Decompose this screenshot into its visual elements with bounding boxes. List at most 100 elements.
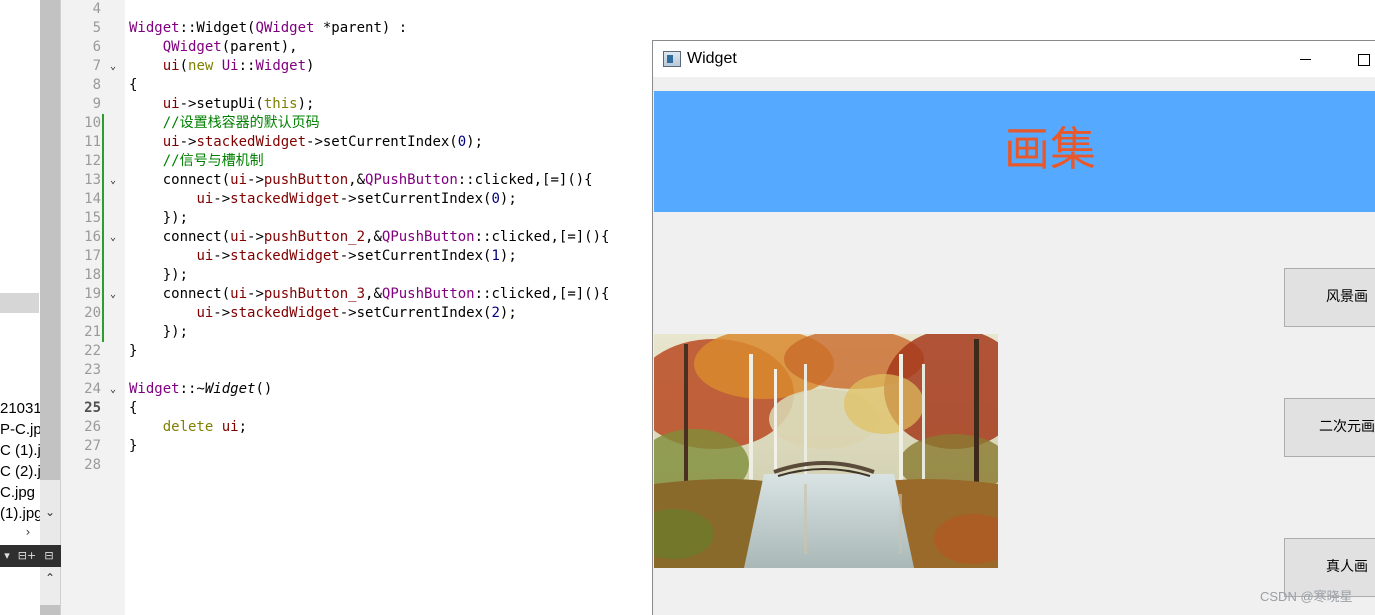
code-token: 2 — [491, 305, 500, 321]
window-title: Widget — [687, 50, 737, 67]
code-text: { — [129, 76, 137, 95]
code-token: ::~ — [179, 381, 205, 397]
code-line[interactable]: 5 Widget::Widget(QWidget *parent) : — [61, 19, 1375, 38]
change-marker — [102, 266, 104, 285]
code-token: { — [129, 77, 138, 93]
fold-toggle-icon[interactable]: ⌄ — [107, 171, 119, 190]
code-token: QPushButton — [365, 172, 458, 188]
change-marker — [102, 114, 104, 133]
code-text: ui->stackedWidget->setCurrentIndex(1); — [129, 247, 516, 266]
split-button[interactable]: ⊟+ — [17, 548, 37, 564]
change-marker — [102, 209, 104, 228]
code-token: //设置栈容器的默认页码 — [162, 115, 320, 131]
line-number: 10 — [84, 115, 101, 131]
file-item[interactable]: C (2).jpg — [0, 461, 40, 482]
autumn-forest-painting — [654, 334, 998, 568]
fold-toggle-icon[interactable]: ⌄ — [107, 380, 119, 399]
code-token: stackedWidget — [230, 191, 340, 207]
code-token: connect( — [129, 286, 231, 302]
code-token: pushButton — [263, 172, 349, 188]
maximize-button[interactable] — [1343, 45, 1375, 73]
close-panel-button[interactable]: ⊟ — [41, 548, 57, 564]
code-token: QWidget — [255, 20, 315, 36]
change-marker — [102, 133, 104, 152]
code-token: ui — [162, 58, 180, 74]
fold-toggle-icon[interactable]: ⌄ — [107, 285, 119, 304]
chevron-up-icon[interactable]: ⌃ — [43, 571, 57, 585]
line-number: 27 — [84, 438, 101, 454]
code-token: pushButton_2 — [263, 229, 366, 245]
line-number: 15 — [84, 210, 101, 226]
code-token: -> — [213, 305, 231, 321]
code-token: Widget — [255, 58, 307, 74]
line-number: 23 — [84, 362, 101, 378]
code-text: Widget::~Widget() — [129, 380, 272, 399]
code-token: ui — [221, 419, 239, 435]
line-number: 22 — [84, 343, 101, 359]
watermark: CSDN @寒晓星 — [1260, 589, 1353, 604]
landscape-button[interactable]: 风景画 — [1284, 268, 1375, 327]
line-number: 28 — [84, 457, 101, 473]
change-marker — [102, 190, 104, 209]
code-token: }); — [129, 324, 189, 340]
change-marker — [102, 228, 104, 247]
minimize-button[interactable] — [1278, 45, 1334, 73]
code-text: connect(ui->pushButton,&QPushButton::cli… — [129, 171, 593, 190]
file-tree-toolbar: ▾ ⊟+ ⊟ — [0, 545, 61, 567]
code-token: 0 — [457, 134, 467, 150]
line-number: 8 — [92, 77, 101, 93]
code-text: ui(new Ui::Widget) — [129, 57, 315, 76]
code-token: ui — [196, 191, 214, 207]
fold-toggle-icon[interactable]: ⌄ — [107, 57, 119, 76]
widget-window[interactable]: Widget 画集 风景画 二次元画 真人画 — [652, 40, 1375, 615]
file-item[interactable]: P-C.jpg — [0, 419, 40, 440]
code-token: Widget — [129, 20, 180, 36]
chevron-down-icon[interactable]: ⌄ — [43, 505, 57, 519]
change-marker — [102, 152, 104, 171]
change-marker — [102, 304, 104, 323]
file-item[interactable]: C.jpg — [0, 482, 40, 503]
file-tree-scroll-thumb[interactable] — [40, 0, 60, 480]
code-text: ui->stackedWidget->setCurrentIndex(0); — [129, 190, 516, 209]
line-number: 4 — [92, 1, 101, 17]
code-text: { — [129, 399, 137, 418]
code-token: ui — [230, 172, 248, 188]
code-token: QPushButton — [381, 286, 475, 302]
code-token: stackedWidget — [230, 305, 340, 321]
code-token: ,& — [348, 172, 366, 188]
code-token: QPushButton — [381, 229, 475, 245]
code-token: () — [255, 381, 273, 397]
window-titlebar[interactable]: Widget — [653, 41, 1375, 77]
fold-toggle-icon[interactable]: ⌄ — [107, 228, 119, 247]
code-text: //信号与槽机制 — [129, 152, 264, 171]
code-token: ->setCurrentIndex( — [339, 305, 492, 321]
file-item[interactable]: (1).jpg — [0, 503, 40, 524]
anime-button[interactable]: 二次元画 — [1284, 398, 1375, 457]
filter-icon[interactable]: ▾ — [2, 548, 12, 564]
file-item[interactable]: C (1).jpg — [0, 440, 40, 461]
code-token: stackedWidget — [230, 248, 340, 264]
line-number: 19 — [84, 286, 101, 302]
chevron-right-icon[interactable]: › — [21, 525, 35, 539]
file-item[interactable]: 21031 — [0, 398, 40, 419]
code-token: 1 — [491, 248, 500, 264]
line-number: 7 — [92, 58, 101, 74]
code-text: connect(ui->pushButton_3,&QPushButton::c… — [129, 285, 610, 304]
code-token: ( — [179, 58, 189, 74]
change-marker — [102, 323, 104, 342]
code-token: ui — [162, 96, 180, 112]
code-text: ui->stackedWidget->setCurrentIndex(2); — [129, 304, 516, 323]
lower-scroll-thumb[interactable] — [40, 605, 60, 615]
code-line[interactable]: 4 — [61, 0, 1375, 19]
code-token: ui — [230, 229, 248, 245]
file-tree-selected-row[interactable] — [0, 293, 39, 313]
code-token: stackedWidget — [196, 134, 307, 150]
